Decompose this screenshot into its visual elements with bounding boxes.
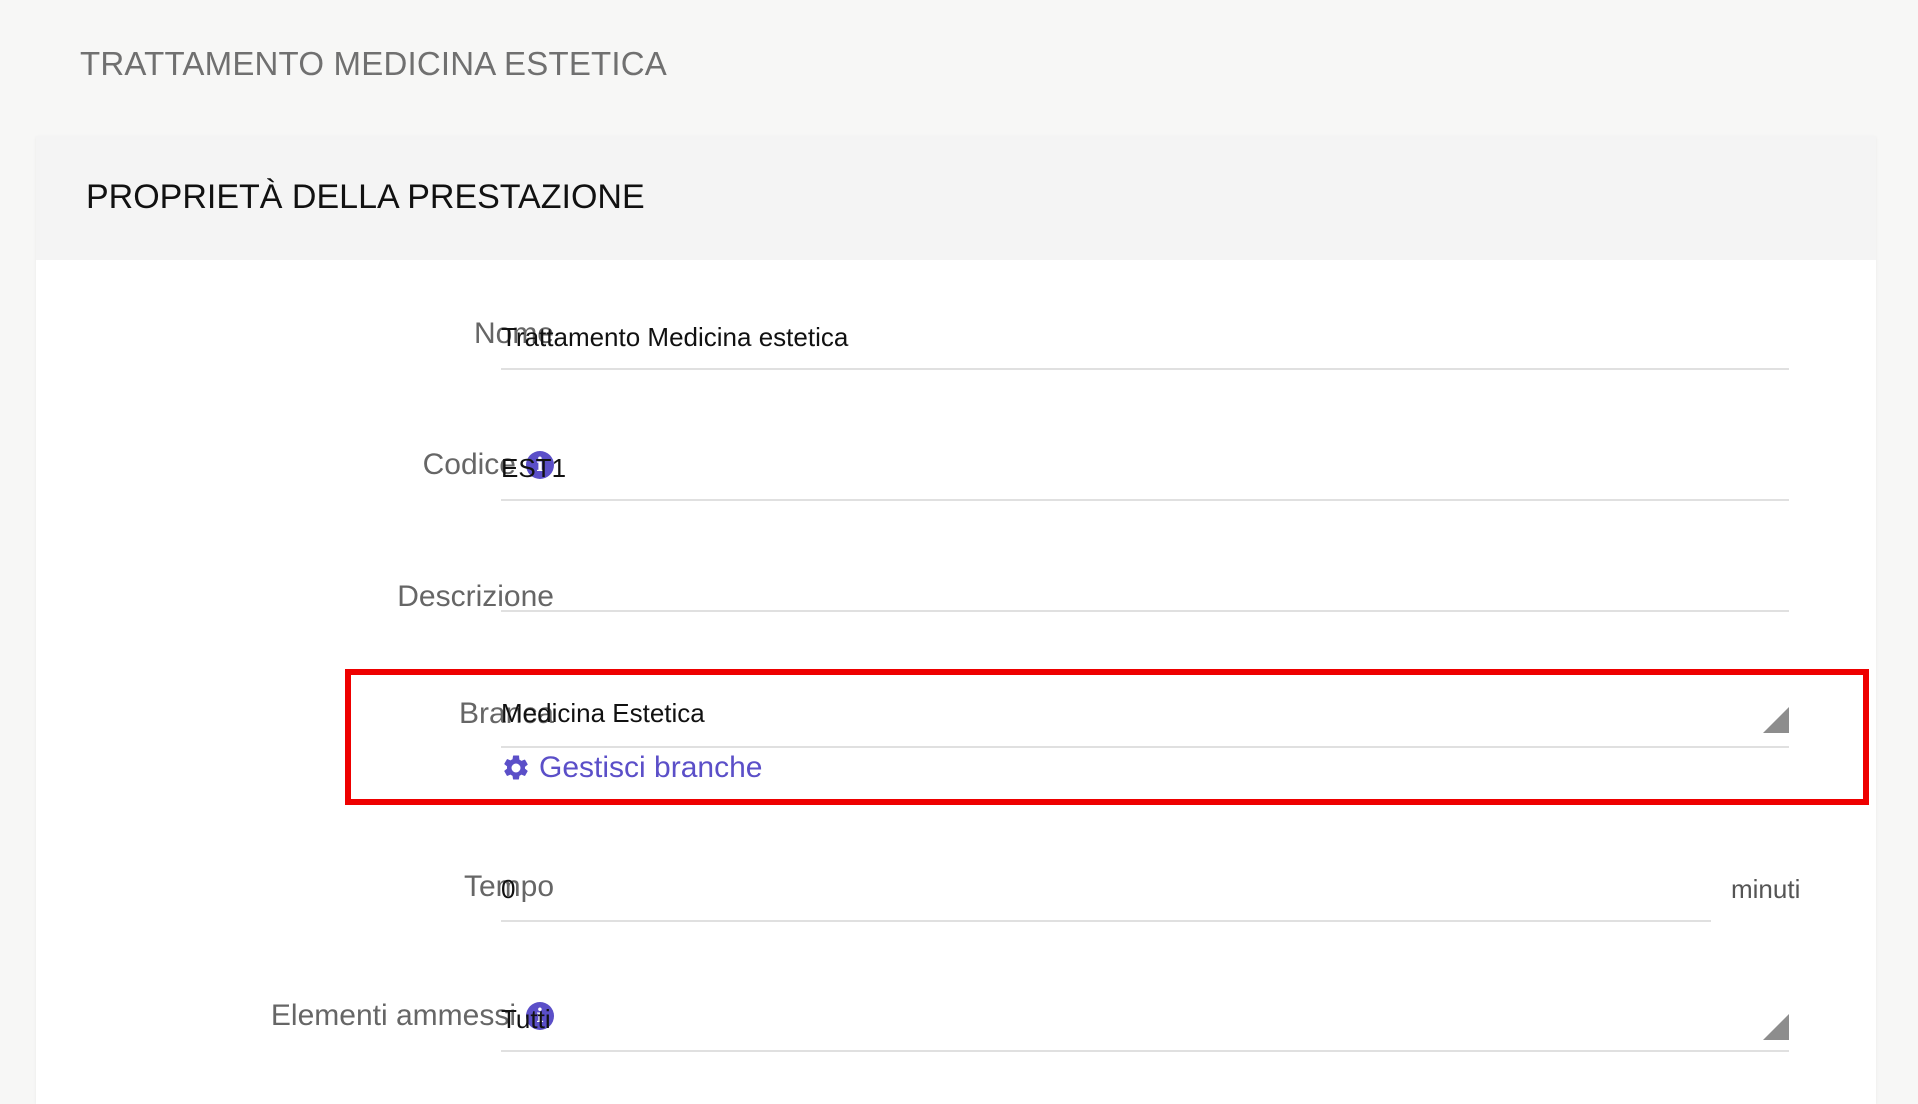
descrizione-input[interactable] [501, 560, 1789, 612]
nome-value: Trattamento Medicina estetica [501, 322, 849, 352]
codice-input[interactable]: EST1 [501, 449, 1789, 501]
card-title: PROPRIETÀ DELLA PRESTAZIONE [86, 178, 645, 216]
highlight-box [345, 669, 1869, 805]
dropdown-arrow-icon[interactable] [1763, 1014, 1789, 1040]
tempo-input[interactable]: 0 [501, 870, 1711, 922]
properties-card: PROPRIETÀ DELLA PRESTAZIONE [36, 136, 1876, 1104]
tempo-value: 0 [501, 874, 516, 904]
tempo-unit: minuti [1731, 874, 1801, 904]
elementi-ammessi-select[interactable]: Tutti [501, 1000, 1789, 1052]
card-header: PROPRIETÀ DELLA PRESTAZIONE [36, 136, 1876, 260]
codice-value: EST1 [501, 453, 567, 483]
elementi-ammessi-value: Tutti [501, 1004, 551, 1034]
nome-input[interactable]: Trattamento Medicina estetica [501, 318, 1789, 370]
elementi-ammessi-label-text: Elementi ammessi [270, 999, 516, 1032]
page-title: TRATTAMENTO MEDICINA ESTETICA [80, 45, 668, 82]
